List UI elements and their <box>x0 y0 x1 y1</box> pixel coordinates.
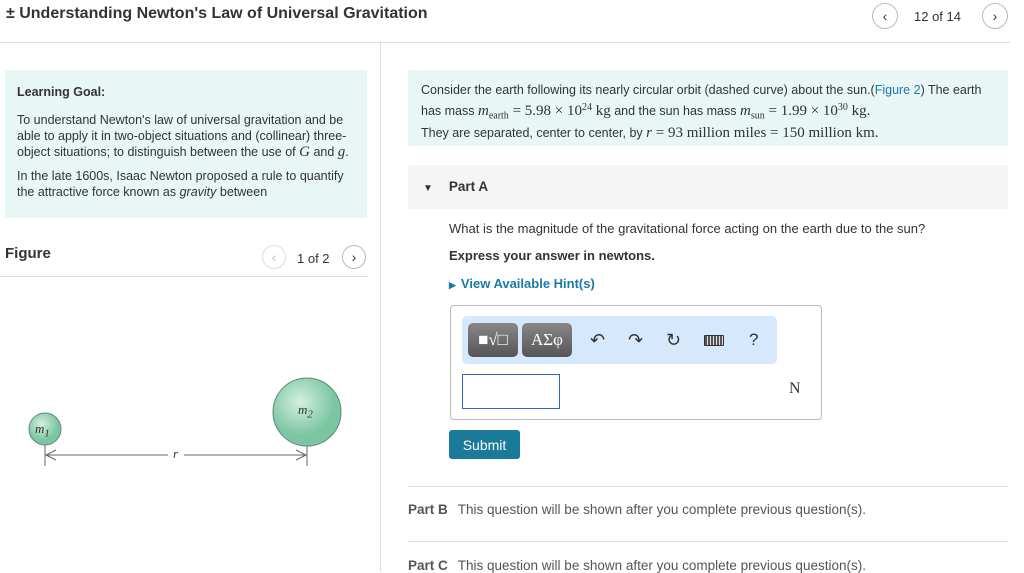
figure-divider <box>0 276 368 277</box>
help-button[interactable]: ? <box>749 330 758 350</box>
distance-label: r <box>173 446 179 461</box>
goal-text-2: In the late 1600s, Isaac Newton proposed… <box>17 169 344 199</box>
page-counter: 12 of 14 <box>914 9 961 24</box>
problem-description: Consider the earth following its nearly … <box>408 70 1008 146</box>
figure-2-link[interactable]: Figure 2 <box>875 83 921 97</box>
part-c-row: Part C This question will be shown after … <box>408 558 866 573</box>
figure-prev-button[interactable]: ‹ <box>262 245 286 269</box>
column-divider <box>380 43 381 572</box>
next-page-button[interactable]: › <box>982 3 1008 29</box>
prev-page-button[interactable]: ‹ <box>872 3 898 29</box>
part-a-header[interactable]: ▼ Part A <box>408 165 1008 209</box>
figure-diagram <box>28 377 342 466</box>
part-b-row: Part B This question will be shown after … <box>408 502 866 517</box>
answer-input[interactable] <box>462 374 560 409</box>
view-hints-link[interactable]: ▶ View Available Hint(s) <box>449 276 595 291</box>
templates-button[interactable]: ■√□ <box>468 323 518 357</box>
divider <box>408 486 1008 487</box>
undo-icon[interactable]: ↶ <box>590 330 605 351</box>
unit-label: N <box>789 380 801 397</box>
reset-icon[interactable]: ↻ <box>666 330 681 351</box>
keyboard-icon[interactable] <box>704 335 724 346</box>
part-a-instruction: Express your answer in newtons. <box>449 248 655 263</box>
redo-icon[interactable]: ↷ <box>628 330 643 351</box>
greek-symbols-button[interactable]: ΑΣφ <box>522 323 572 357</box>
figure-label: Figure <box>5 245 51 262</box>
divider <box>408 541 1008 542</box>
math-toolbar: ■√□ ΑΣφ ↶ ↷ ↻ ? <box>462 316 777 364</box>
part-a-question: What is the magnitude of the gravitation… <box>449 221 926 236</box>
page-title: ± Understanding Newton's Law of Universa… <box>6 5 428 22</box>
goal-heading: Learning Goal: <box>17 85 106 99</box>
learning-goal: Learning Goal: To understand Newton's la… <box>5 70 367 218</box>
collapse-triangle-icon: ▼ <box>423 183 433 194</box>
mass-1-label: m1 <box>35 421 50 440</box>
submit-button[interactable]: Submit <box>449 430 520 459</box>
header-divider <box>0 42 1010 43</box>
mass-2-label: m2 <box>298 402 313 421</box>
goal-text: To understand Newton's law of universal … <box>17 113 349 160</box>
figure-counter: 1 of 2 <box>297 251 330 266</box>
figure-next-button[interactable]: › <box>342 245 366 269</box>
